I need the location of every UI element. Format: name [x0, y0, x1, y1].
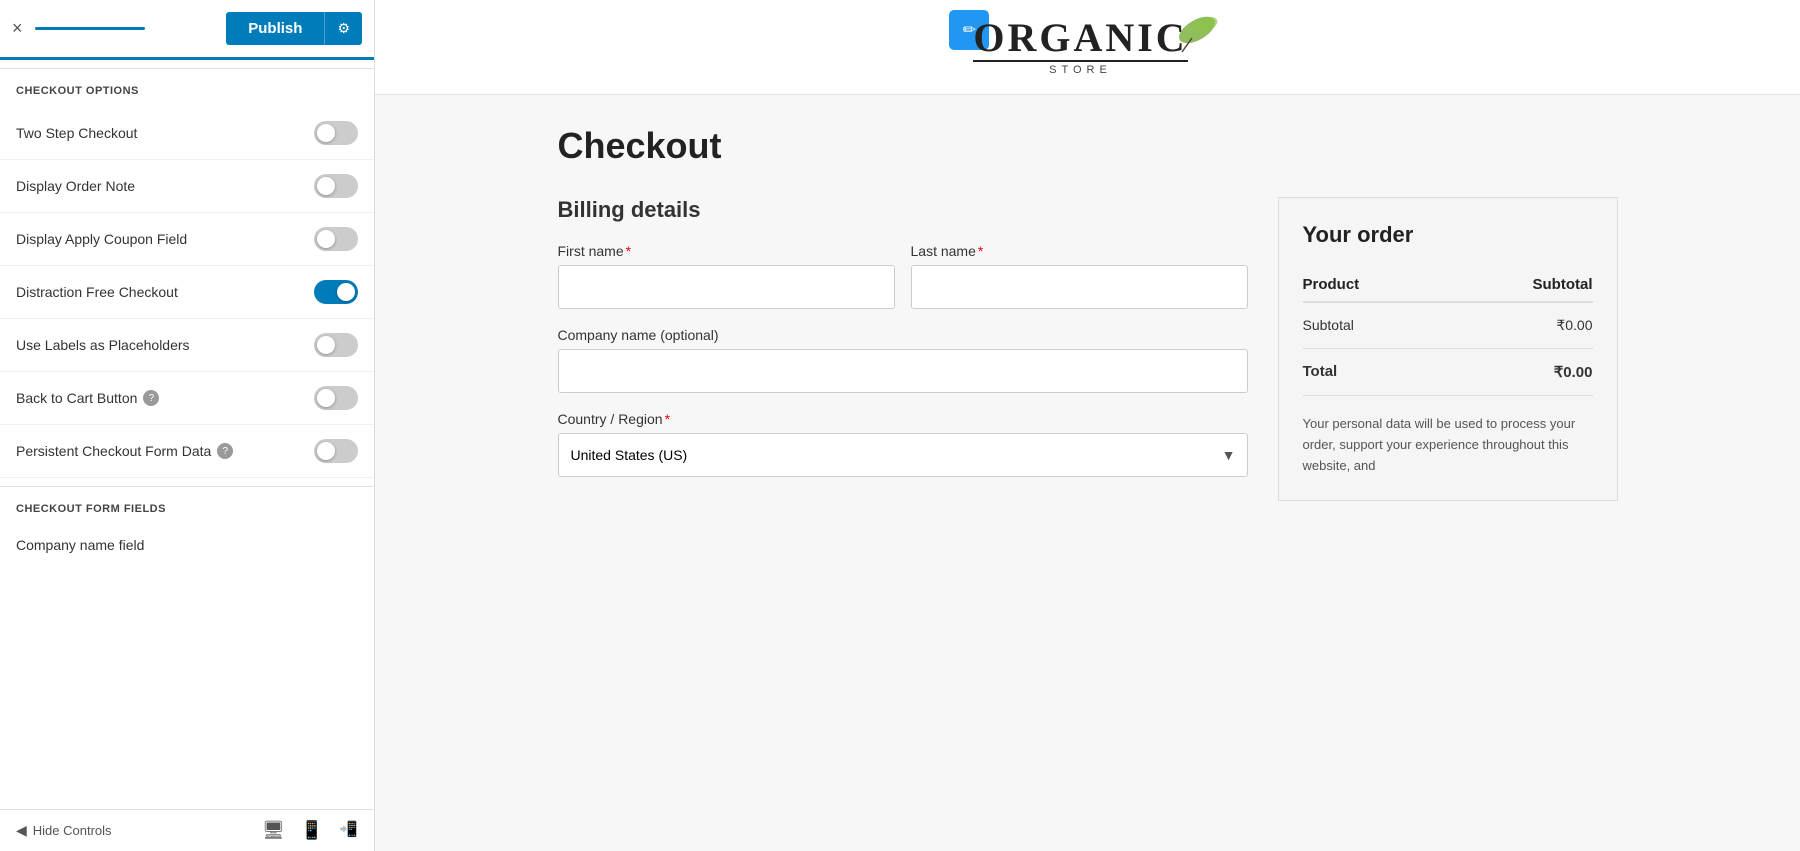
desktop-icon[interactable]: 🖥	[262, 820, 285, 841]
toggle-slider-two-step	[314, 121, 358, 145]
help-icon-back-to-cart[interactable]: ?	[143, 390, 159, 406]
order-title: Your order	[1303, 222, 1593, 248]
privacy-text: Your personal data will be used to proce…	[1303, 414, 1593, 476]
option-row-back-to-cart: Back to Cart Button?	[0, 372, 374, 425]
toggle-display-apply-coupon[interactable]	[314, 227, 358, 251]
toggle-persistent-form[interactable]	[314, 439, 358, 463]
product-col-header: Product	[1303, 268, 1444, 302]
first-name-label: First name*	[558, 243, 895, 259]
country-group: Country / Region* United States (US) ▼	[558, 411, 1248, 477]
subtotal-label: Subtotal	[1303, 302, 1444, 349]
option-row-use-labels: Use Labels as Placeholders	[0, 319, 374, 372]
option-label-back-to-cart: Back to Cart Button	[16, 390, 137, 406]
option-label-persistent-form: Persistent Checkout Form Data	[16, 443, 211, 459]
company-row: Company name (optional)	[558, 327, 1248, 393]
checkout-options-header: CHECKOUT OPTIONS	[0, 68, 374, 107]
top-bar: × Publish ⚙	[0, 0, 374, 60]
first-name-group: First name*	[558, 243, 895, 309]
company-label: Company name (optional)	[558, 327, 1248, 343]
country-label: Country / Region*	[558, 411, 1248, 427]
option-row-two-step: Two Step Checkout	[0, 107, 374, 160]
toggle-distraction-free[interactable]	[314, 280, 358, 304]
publish-area: Publish ⚙	[226, 12, 362, 45]
mobile-icon[interactable]: 📲	[339, 820, 358, 841]
close-button[interactable]: ×	[12, 18, 23, 39]
billing-title: Billing details	[558, 197, 1248, 223]
bottom-bar: ◀ Hide Controls 🖥 📱 📲	[0, 809, 374, 851]
option-label-distraction-free: Distraction Free Checkout	[16, 284, 178, 300]
country-required: *	[665, 411, 670, 427]
option-label-display-order-note: Display Order Note	[16, 178, 135, 194]
subtotal-col-header: Subtotal	[1443, 268, 1592, 302]
toggle-back-to-cart[interactable]	[314, 386, 358, 410]
logo-store-text: STORE	[973, 60, 1187, 76]
option-row-persistent-form: Persistent Checkout Form Data?	[0, 425, 374, 478]
total-label: Total	[1303, 349, 1444, 396]
first-name-required: *	[626, 243, 631, 259]
option-label-use-labels: Use Labels as Placeholders	[16, 337, 190, 353]
hide-controls-btn[interactable]: ◀ Hide Controls	[16, 822, 112, 839]
name-row: First name* Last name*	[558, 243, 1248, 309]
logo-text: Organic	[973, 18, 1187, 58]
options-container: Two Step Checkout Display Order Note Displ…	[0, 107, 374, 478]
toggle-slider-display-apply-coupon	[314, 227, 358, 251]
option-row-display-apply-coupon: Display Apply Coupon Field	[0, 213, 374, 266]
toggle-slider-persistent-form	[314, 439, 358, 463]
company-input[interactable]	[558, 349, 1248, 393]
checkout-content: Checkout Billing details First name* La	[538, 95, 1638, 531]
company-name-field-label: Company name field	[0, 525, 374, 561]
toggle-two-step[interactable]	[314, 121, 358, 145]
logo: ✏ Organic STORE	[953, 18, 1221, 76]
tablet-icon[interactable]: 📱	[301, 820, 323, 841]
country-select-wrapper: United States (US) ▼	[558, 433, 1248, 477]
hide-controls-arrow: ◀	[16, 822, 27, 839]
country-row: Country / Region* United States (US) ▼	[558, 411, 1248, 477]
country-select[interactable]: United States (US)	[558, 433, 1248, 477]
billing-section: Billing details First name* Last name*	[558, 197, 1248, 495]
right-panel: ✏ Organic STORE Checkout B	[375, 0, 1800, 851]
last-name-input[interactable]	[911, 265, 1248, 309]
hide-controls-label: Hide Controls	[33, 823, 112, 838]
checkout-layout: Billing details First name* Last name*	[558, 197, 1618, 501]
last-name-group: Last name*	[911, 243, 1248, 309]
toggle-slider-distraction-free	[314, 280, 358, 304]
order-table: Product Subtotal Subtotal ₹0.00 Total ₹0…	[1303, 268, 1593, 396]
toggle-use-labels[interactable]	[314, 333, 358, 357]
order-summary: Your order Product Subtotal Subtotal ₹0.…	[1278, 197, 1618, 501]
device-icons: 🖥 📱 📲	[262, 820, 358, 841]
left-panel: × Publish ⚙ CHECKOUT OPTIONS Two Step Ch…	[0, 0, 375, 851]
last-name-label: Last name*	[911, 243, 1248, 259]
option-label-display-apply-coupon: Display Apply Coupon Field	[16, 231, 187, 247]
subtotal-row: Subtotal ₹0.00	[1303, 302, 1593, 349]
option-label-two-step: Two Step Checkout	[16, 125, 137, 141]
settings-button[interactable]: ⚙	[324, 12, 362, 45]
toggle-slider-use-labels	[314, 333, 358, 357]
first-name-input[interactable]	[558, 265, 895, 309]
toggle-slider-back-to-cart	[314, 386, 358, 410]
total-row: Total ₹0.00	[1303, 349, 1593, 396]
option-row-display-order-note: Display Order Note	[0, 160, 374, 213]
help-icon-persistent-form[interactable]: ?	[217, 443, 233, 459]
page-title: Checkout	[558, 125, 1618, 167]
publish-button[interactable]: Publish	[226, 12, 324, 45]
total-value: ₹0.00	[1443, 349, 1592, 396]
company-group: Company name (optional)	[558, 327, 1248, 393]
toggle-slider-display-order-note	[314, 174, 358, 198]
subtotal-value: ₹0.00	[1443, 302, 1592, 349]
option-row-distraction-free: Distraction Free Checkout	[0, 266, 374, 319]
site-header: ✏ Organic STORE	[375, 0, 1800, 95]
toggle-display-order-note[interactable]	[314, 174, 358, 198]
last-name-required: *	[978, 243, 983, 259]
checkout-form-fields-header: CHECKOUT FORM FIELDS	[0, 486, 374, 525]
